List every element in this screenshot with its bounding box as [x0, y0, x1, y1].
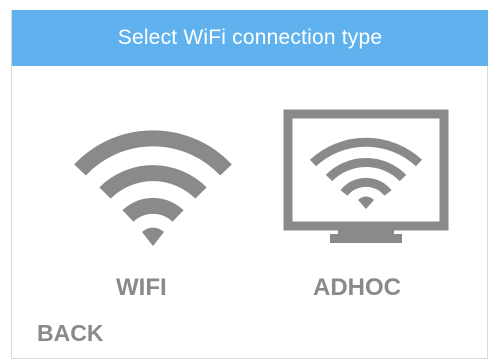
wifi-option-button[interactable]: [65, 120, 241, 248]
adhoc-option-button[interactable]: [283, 108, 449, 250]
monitor-wifi-icon: [283, 109, 449, 243]
wifi-icon: [74, 130, 232, 246]
wifi-option-label[interactable]: WIFI: [116, 274, 167, 302]
back-button[interactable]: BACK: [37, 320, 103, 347]
dialog-title: Select WiFi connection type: [12, 10, 488, 66]
connection-type-dialog: Select WiFi connection type WIFI ADHOC B…: [11, 10, 488, 359]
adhoc-option-label[interactable]: ADHOC: [313, 274, 401, 302]
